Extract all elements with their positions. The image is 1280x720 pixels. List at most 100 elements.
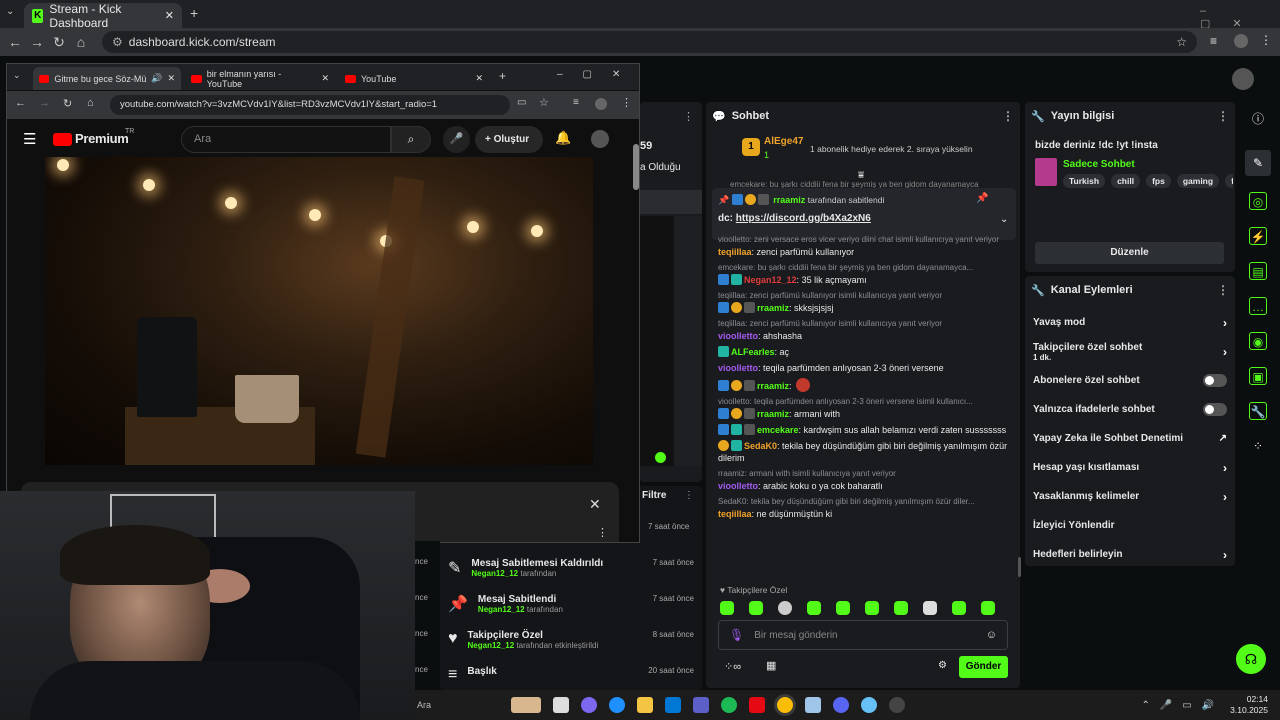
file-explorer-icon[interactable] — [637, 697, 653, 713]
outer-tab-active[interactable]: K Stream - Kick Dashboard ✕ — [24, 2, 182, 30]
clip-icon[interactable]: ◎ — [1249, 192, 1267, 210]
emote-icon[interactable] — [894, 601, 908, 615]
profile-avatar[interactable] — [1234, 34, 1248, 48]
stream-tag[interactable]: gaming — [1176, 174, 1220, 188]
forward-icon[interactable]: → — [26, 34, 48, 50]
yt-tab-search-icon[interactable]: ⌄ — [13, 70, 21, 81]
home-icon[interactable]: ⌂ — [70, 34, 92, 50]
reply-context[interactable]: vioolletto: zeni versace eros vicer veri… — [718, 232, 1008, 244]
youtube-logo-icon[interactable] — [53, 133, 72, 146]
spotify-icon[interactable] — [721, 697, 737, 713]
emote-icon[interactable] — [749, 601, 763, 615]
emoji-icon[interactable]: ☺ — [986, 629, 997, 641]
stream-tag[interactable]: chill — [1111, 174, 1141, 188]
audio-icon[interactable]: 🔊 — [151, 73, 162, 84]
profile-avatar[interactable] — [595, 98, 607, 110]
category-name[interactable]: Sadece Sohbet — [1063, 159, 1135, 170]
pinned-by-user[interactable]: rraamiz — [773, 195, 805, 205]
external-link-icon[interactable]: ↗ — [1219, 433, 1227, 444]
reload-icon[interactable]: ↻ — [48, 34, 70, 51]
youtube-video-player[interactable] — [45, 157, 593, 465]
reply-context[interactable]: teqiillaa: zenci parfümü kullanıyor isim… — [718, 316, 1008, 328]
activity-user[interactable]: Negan12_12 — [478, 605, 525, 614]
chat-settings-icon[interactable]: ⚙ — [938, 660, 947, 671]
chat-icon[interactable]: … — [1249, 297, 1267, 315]
toggle-switch[interactable] — [1203, 374, 1227, 387]
note-icon[interactable]: ▤ — [1249, 262, 1267, 280]
channel-action-row[interactable]: Yavaş mod › — [1025, 308, 1235, 337]
system-tray-icons[interactable]: ⌃🎤▭🔊 — [1141, 700, 1224, 711]
site-info-icon[interactable]: ⚙ — [112, 35, 123, 49]
chat-username[interactable]: rraamiz — [757, 409, 789, 419]
chat-username[interactable]: rraamiz — [757, 303, 789, 313]
reload-icon[interactable]: ↻ — [63, 97, 72, 110]
channel-action-row[interactable]: Abonelere özel sohbet — [1025, 366, 1235, 395]
stream-tag[interactable]: fps — [1146, 174, 1171, 188]
outlook-icon[interactable] — [665, 697, 681, 713]
emote-icon[interactable] — [981, 601, 995, 615]
teams-icon[interactable] — [693, 697, 709, 713]
yt-url-input[interactable]: youtube.com/watch?v=3vzMCVdv1IY&list=RD3… — [110, 95, 510, 115]
forward-icon[interactable]: → — [39, 97, 50, 109]
channel-action-row[interactable]: Yalnızca ifadelerle sohbet — [1025, 395, 1235, 424]
media-icon[interactable]: ≡ — [1210, 34, 1217, 48]
stream-tag[interactable]: Turkish — [1063, 174, 1106, 188]
edit-button[interactable]: Düzenle — [1035, 242, 1224, 264]
chat-extras-icon[interactable]: ⁘∞ — [724, 660, 741, 673]
send-button[interactable]: Gönder — [959, 656, 1008, 678]
yt-tab[interactable]: bir elmanın yarısı - YouTube ✕ — [185, 67, 335, 90]
kick-user-avatar[interactable] — [1232, 68, 1254, 90]
youtube-search-input[interactable]: Ara — [181, 126, 391, 153]
chat-menu-icon[interactable]: ⋮ — [1002, 109, 1014, 123]
gift-icon[interactable]: ▦ — [766, 659, 776, 672]
netflix-icon[interactable] — [749, 697, 765, 713]
home-icon[interactable]: ⌂ — [87, 97, 94, 109]
emote-icon[interactable] — [952, 601, 966, 615]
unpin-button[interactable]: 📌 — [976, 193, 988, 204]
close-tab-icon[interactable]: ✕ — [167, 73, 175, 84]
toggle-switch[interactable] — [1203, 403, 1227, 416]
browser-menu-icon[interactable]: ⋮ — [621, 96, 632, 109]
back-icon[interactable]: ← — [4, 34, 26, 50]
window-controls[interactable]: –▢✕ — [1200, 5, 1280, 30]
copilot-icon[interactable] — [581, 697, 597, 713]
emote-icon[interactable] — [865, 601, 879, 615]
channel-action-row[interactable]: Hesap yaşı kısıtlaması › — [1025, 453, 1235, 482]
taskbar-search[interactable]: Ara — [417, 700, 505, 710]
panel-menu-icon[interactable]: ⋮ — [683, 110, 694, 123]
chat-username[interactable]: vioolletto — [718, 331, 758, 341]
yt-tab-active[interactable]: Gitme bu gece Söz-Müzik: 🔊 ✕ — [33, 67, 181, 90]
chevron-right-icon[interactable]: › — [1223, 461, 1227, 475]
filter-button[interactable]: Filtre — [642, 490, 666, 501]
emote-icon[interactable] — [923, 601, 937, 615]
chat-username[interactable]: SedaK0 — [744, 441, 777, 451]
settings-app-icon[interactable] — [805, 697, 821, 713]
activity-menu-icon[interactable]: ⋮ — [684, 490, 694, 501]
new-tab-icon[interactable]: + — [190, 5, 198, 21]
support-headset-icon[interactable]: ☊ — [1236, 644, 1266, 674]
yt-avatar[interactable] — [591, 130, 609, 148]
channel-action-row[interactable]: Yasaklanmış kelimeler › — [1025, 482, 1235, 511]
gifter-name[interactable]: AlEge47 — [764, 136, 803, 147]
outer-url-input[interactable]: ⚙ dashboard.kick.com/stream ☆ — [102, 31, 1197, 53]
search-icon[interactable]: ⌕ — [391, 126, 431, 153]
chevron-down-icon[interactable]: ⌄ — [1000, 214, 1008, 225]
reply-context[interactable]: vioolletto: teqila parfümden anlıyosan 2… — [718, 394, 1008, 406]
youtube-premium-brand[interactable]: Premium — [75, 131, 129, 146]
reply-context[interactable]: rraamiz: armani with isimli kullanıcıya … — [718, 466, 1008, 478]
close-panel-icon[interactable]: ✕ — [589, 496, 601, 513]
emote-icon[interactable] — [836, 601, 850, 615]
search-highlight-icon[interactable] — [511, 697, 541, 713]
channel-actions-menu-icon[interactable]: ⋮ — [1217, 283, 1229, 297]
yt-tab[interactable]: YouTube ✕ — [339, 67, 489, 90]
yt-more-icon[interactable]: ⋮ — [597, 526, 608, 539]
reply-context[interactable]: emcekare: bu şarkı ciddiii fena bir şeym… — [718, 260, 1008, 272]
emote-icon[interactable] — [720, 601, 734, 615]
pinned-link[interactable]: https://discord.gg/b4Xa2xN6 — [736, 213, 871, 224]
tab-search-icon[interactable]: ⌄ — [6, 6, 14, 17]
activity-user[interactable]: Negan12_12 — [471, 569, 518, 578]
chevron-right-icon[interactable]: › — [1223, 316, 1227, 330]
discord-icon[interactable] — [833, 697, 849, 713]
chat-username[interactable]: teqiillaa — [718, 247, 752, 257]
notifications-bell-icon[interactable]: 🔔 — [555, 130, 571, 146]
